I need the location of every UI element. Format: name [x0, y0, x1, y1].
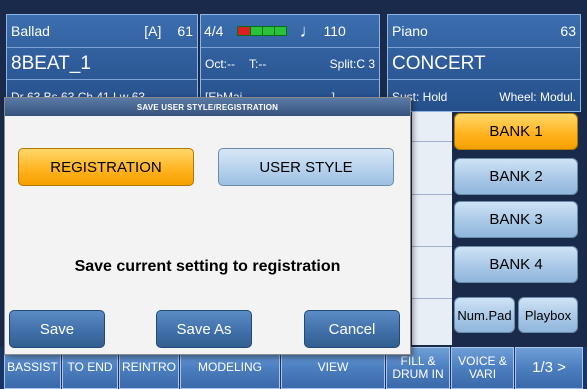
voice-label-line2: VARI	[468, 367, 497, 381]
quarter-note-icon: ♩	[299, 21, 318, 41]
dialog-message: Save current setting to registration	[74, 258, 341, 275]
playbox-button[interactable]: Playbox	[518, 297, 578, 333]
voice-name: CONCERT	[392, 52, 486, 74]
voice-row-3: Sust: Hold Wheel: Modul.	[388, 79, 580, 113]
bank-2-button[interactable]: BANK 2	[454, 158, 578, 195]
bank-3-button[interactable]: BANK 3	[454, 201, 578, 238]
style-category: Ballad	[11, 23, 50, 39]
bank-1-button[interactable]: BANK 1	[454, 113, 578, 150]
voice-row-2: CONCERT	[388, 47, 580, 79]
transpose-row: Oct:-- T:-- Split:C 3	[201, 47, 379, 79]
style-variation: [A]	[144, 23, 162, 39]
wheel-value: Wheel: Modul.	[499, 89, 576, 104]
voice-vari-button[interactable]: VOICE & VARI	[451, 347, 514, 389]
split-value: Split:C 3	[329, 56, 375, 71]
style-name: 8BEAT_1	[11, 52, 91, 74]
tempo-row: 4/4 ♩ 110	[201, 15, 379, 47]
grid-line	[412, 246, 452, 247]
style-number: 61	[177, 23, 193, 39]
style-row-1: Ballad [A] 61	[7, 15, 197, 47]
save-as-button[interactable]: Save As	[156, 310, 252, 348]
numpad-button[interactable]: Num.Pad	[454, 297, 515, 333]
user-style-option-button[interactable]: USER STYLE	[218, 148, 394, 186]
transpose-value: T:--	[249, 56, 267, 71]
tempo-value: 110	[323, 23, 346, 39]
grid-line	[412, 298, 452, 299]
background-grid	[412, 112, 452, 345]
bank-4-button[interactable]: BANK 4	[454, 246, 578, 283]
grid-line	[412, 194, 452, 195]
voice-category: Piano	[392, 23, 428, 39]
page-next-button[interactable]: 1/3 >	[515, 347, 583, 389]
voice-number: 63	[560, 23, 576, 39]
registration-option-button[interactable]: REGISTRATION	[18, 148, 194, 186]
save-dialog: SAVE USER STYLE/REGISTRATION REGISTRATIO…	[4, 97, 411, 355]
time-signature: 4/4	[204, 23, 224, 39]
voice-panel[interactable]: Piano 63 CONCERT Sust: Hold Wheel: Modul…	[387, 14, 581, 112]
fill-label-line2: DRUM IN	[392, 367, 444, 381]
cancel-button[interactable]: Cancel	[304, 310, 400, 348]
grid-line	[412, 141, 452, 142]
voice-row-1: Piano 63	[388, 15, 580, 47]
dialog-title: SAVE USER STYLE/REGISTRATION	[5, 98, 410, 116]
save-button[interactable]: Save	[9, 310, 105, 348]
style-row-2: 8BEAT_1	[7, 47, 197, 79]
beat-indicator	[237, 26, 288, 36]
octave-value: Oct:--	[205, 56, 235, 71]
